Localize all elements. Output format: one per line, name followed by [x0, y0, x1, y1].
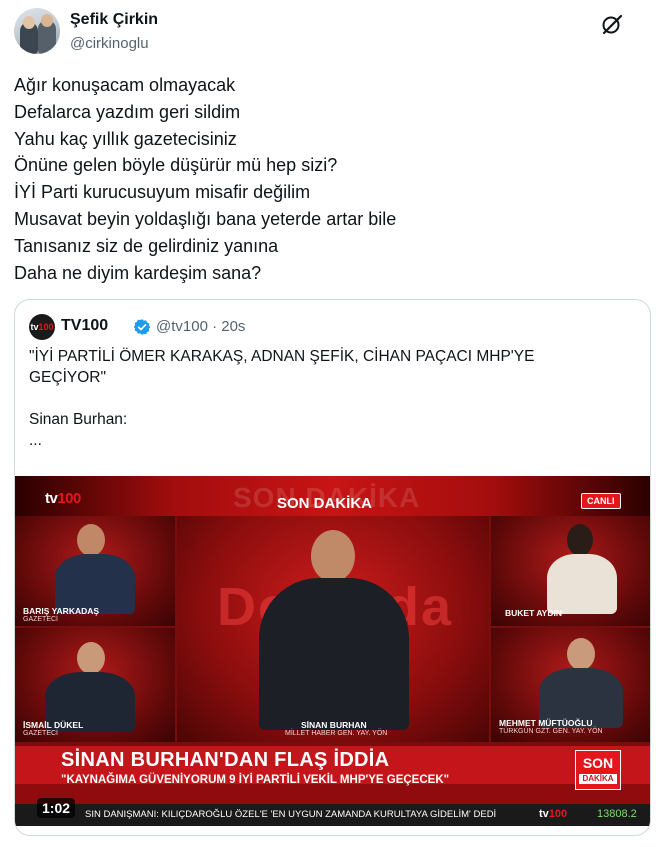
- main-speaker-panel: Doğruda SİNAN BURHAN MİLLET HABER GEN. Y…: [177, 516, 489, 742]
- tweet-line: Tanısanız siz de gelirdiniz yanına: [14, 235, 279, 256]
- guest-role: MİLLET HABER GEN. YAY. YÖN: [285, 730, 388, 737]
- channel-logo-text: tv100: [45, 490, 81, 507]
- news-ticker: SIN DANIŞMANI: KILIÇDAROĞLU ÖZEL'E 'EN U…: [15, 804, 650, 826]
- guest-name: MEHMET MÜFTÜOĞLU: [499, 718, 593, 728]
- tweet-line: İYİ Parti kurucusuyum misafir değilim: [14, 182, 311, 203]
- video-duration: 1:02: [37, 798, 76, 818]
- guest-name: BUKET AYDIN: [505, 608, 562, 618]
- guest-panel: MEHMET MÜFTÜOĞLU TÜRKGÜN GZT. GEN. YAY. …: [491, 628, 650, 742]
- grok-icon[interactable]: [600, 12, 624, 36]
- live-badge: CANLI: [581, 493, 621, 509]
- tweet-line: Önüne gelen böyle düşürür mü hep sizi?: [14, 155, 338, 176]
- video-player[interactable]: tv100 SON DAKİKA SON DAKİKA CANLI BARIŞ …: [15, 476, 650, 826]
- author-handle[interactable]: @cirkinoglu: [70, 35, 149, 52]
- quoted-text: "İYİ PARTİLİ ÖMER KARAKAŞ, ADNAN ŞEFİK, …: [29, 346, 619, 451]
- video-top-bar: tv100 SON DAKİKA SON DAKİKA CANLI: [15, 476, 650, 516]
- quoted-handle-time[interactable]: @tv100 · 20s: [156, 318, 245, 335]
- quoted-tweet[interactable]: tv100 TV100 @tv100 · 20s "İYİ PARTİLİ ÖM…: [14, 299, 651, 836]
- subheadline: "KAYNAĞIMA GÜVENİYORUM 9 İYİ PARTİLİ VEK…: [61, 774, 450, 786]
- tweet-text: Ağır konuşacam olmayacak Defalarca yazdı…: [14, 72, 644, 286]
- avatar[interactable]: [14, 8, 60, 54]
- tweet-line: Yahu kaç yıllık gazetecisiniz: [14, 128, 237, 149]
- guest-panel: BARIŞ YARKADAŞ GAZETECİ: [15, 516, 175, 626]
- quoted-line: "İYİ PARTİLİ ÖMER KARAKAŞ, ADNAN ŞEFİK, …: [29, 348, 535, 365]
- ticker-text: SIN DANIŞMANI: KILIÇDAROĞLU ÖZEL'E 'EN U…: [85, 809, 497, 820]
- guest-role: TÜRKGÜN GZT. GEN. YAY. YÖN: [499, 728, 603, 735]
- lower-third: SİNAN BURHAN'DAN FLAŞ İDDİA "KAYNAĞIMA G…: [15, 746, 650, 804]
- guest-role: GAZETECİ: [23, 730, 59, 737]
- guest-name: SİNAN BURHAN: [301, 720, 367, 730]
- quoted-avatar-text: tv100: [30, 322, 54, 332]
- headline: SİNAN BURHAN'DAN FLAŞ İDDİA: [61, 749, 390, 771]
- badge-bottom: DAKİKA: [579, 774, 617, 784]
- son-dakika-label: SON DAKİKA: [277, 495, 373, 512]
- quoted-author-name[interactable]: TV100: [61, 317, 108, 335]
- tweet-line: Musavat beyin yoldaşlığı bana yeterde ar…: [14, 208, 397, 229]
- guest-panel: İSMAİL DÜKEL GAZETECİ: [15, 628, 175, 742]
- quoted-line: GEÇİYOR": [29, 369, 106, 386]
- tweet-header: Şefik Çirkin @cirkinoglu: [14, 8, 649, 58]
- guest-role: GAZETECİ: [23, 616, 59, 623]
- tweet-line: Ağır konuşacam olmayacak: [14, 75, 236, 95]
- avatar-face-right: [41, 14, 53, 27]
- badge-top: SON: [582, 755, 614, 771]
- quoted-avatar[interactable]: tv100: [29, 314, 55, 340]
- quoted-line: Sinan Burhan:: [29, 411, 128, 428]
- guest-name: BARIŞ YARKADAŞ: [23, 606, 100, 616]
- tweet-line: Defalarca yazdım geri sildim: [14, 101, 241, 122]
- avatar-face-left: [23, 16, 35, 29]
- lower-third-band: [15, 784, 650, 804]
- verified-badge-icon: [133, 319, 151, 335]
- ticker-logo-text: tv100: [539, 808, 568, 820]
- author-name[interactable]: Şefik Çirkin: [70, 11, 158, 29]
- speaker-figure: [259, 530, 409, 730]
- channel-logo: tv100: [45, 490, 81, 507]
- quoted-tweet-header: tv100 TV100 @tv100 · 20s: [29, 314, 629, 340]
- ticker-logo: tv100: [539, 808, 567, 820]
- guest-panel: BUKET AYDIN: [491, 516, 650, 626]
- son-dakika-badge: SON DAKİKA: [575, 750, 621, 790]
- ticker-number: 13808.2: [597, 808, 637, 820]
- quoted-line: ...: [29, 432, 42, 449]
- tweet-line: Daha ne diyim kardeşim sana?: [14, 262, 262, 283]
- guest-name: İSMAİL DÜKEL: [23, 720, 84, 730]
